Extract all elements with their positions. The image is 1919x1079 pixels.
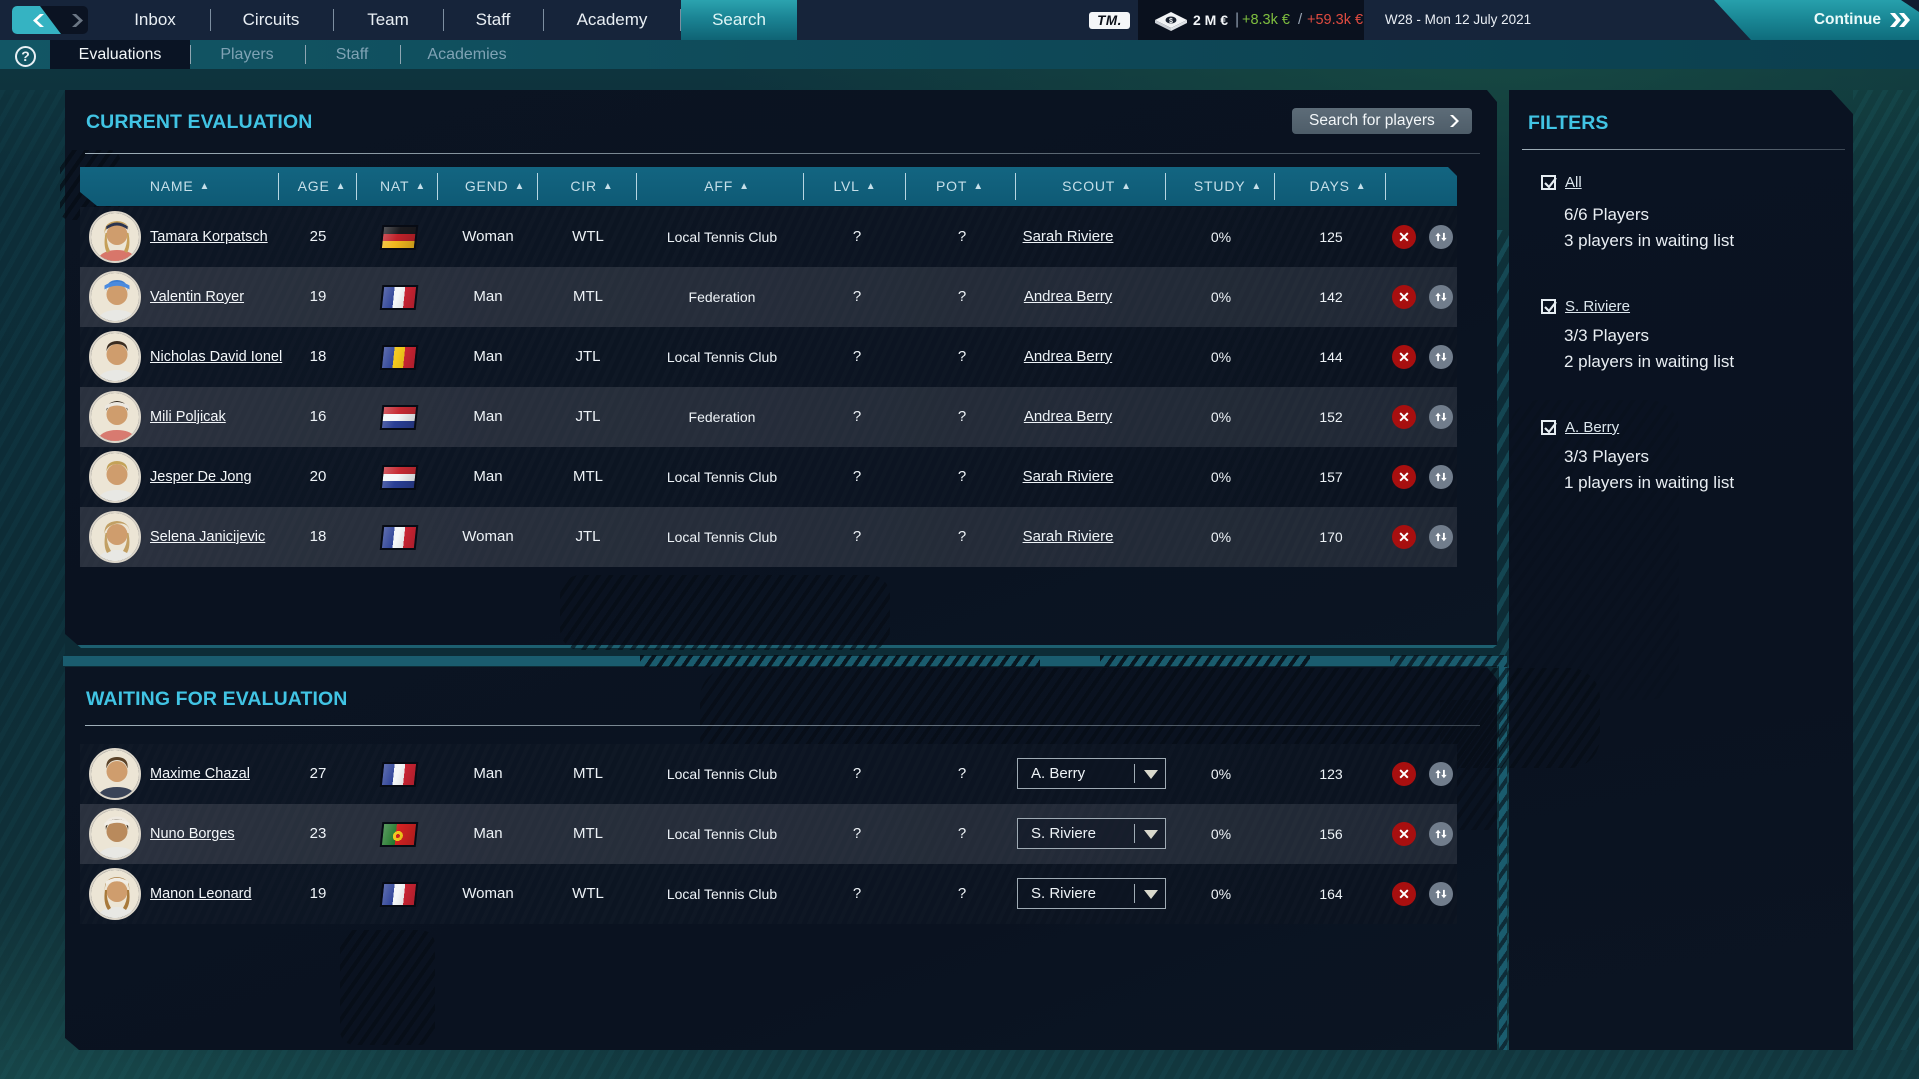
svg-text:$: $ <box>1169 18 1173 25</box>
